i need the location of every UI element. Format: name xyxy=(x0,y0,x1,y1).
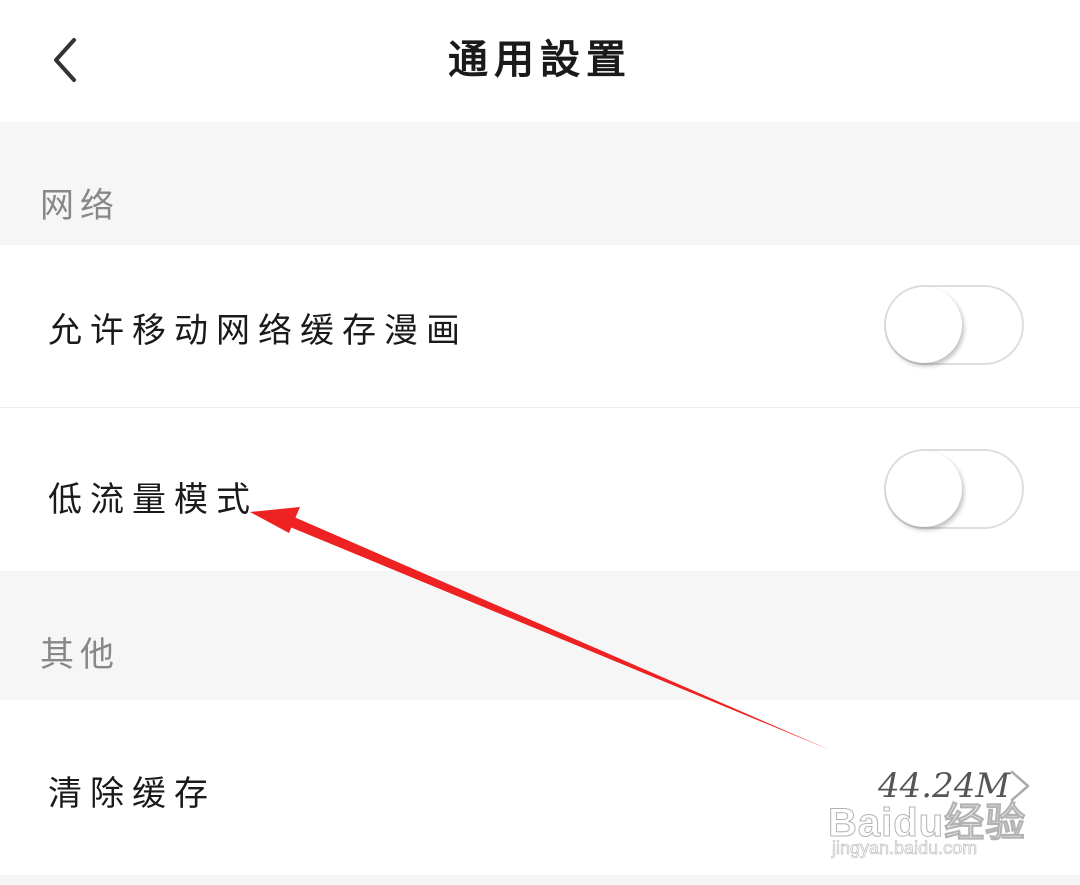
settings-page: 通用設置 网络 允许移动网络缓存漫画 低流量模式 其他 清除缓存 44.24M … xyxy=(0,0,1080,885)
setting-label: 允许移动网络缓存漫画 xyxy=(48,311,468,351)
page-title: 通用設置 xyxy=(448,36,632,83)
setting-label: 清除缓存 xyxy=(48,774,216,814)
baidu-watermark: Baidu经验 jingyan.baidu.com xyxy=(827,790,1028,870)
section-label: 网络 xyxy=(40,186,120,226)
mobile-cache-toggle[interactable] xyxy=(884,285,1024,365)
top-bar: 通用設置 xyxy=(0,0,1080,122)
setting-row-mobile-cache: 允许移动网络缓存漫画 xyxy=(0,245,1080,407)
toggle-knob xyxy=(886,287,962,363)
section-label: 其他 xyxy=(40,635,120,675)
bottom-strip xyxy=(0,875,1080,885)
watermark-url: jingyan.baidu.com xyxy=(832,838,978,859)
low-data-mode-toggle[interactable] xyxy=(884,449,1024,529)
toggle-knob xyxy=(886,451,962,527)
setting-row-low-data-mode: 低流量模式 xyxy=(0,408,1080,571)
section-header-network: 网络 xyxy=(0,122,1080,245)
setting-label: 低流量模式 xyxy=(48,480,258,520)
section-header-other: 其他 xyxy=(0,571,1080,700)
